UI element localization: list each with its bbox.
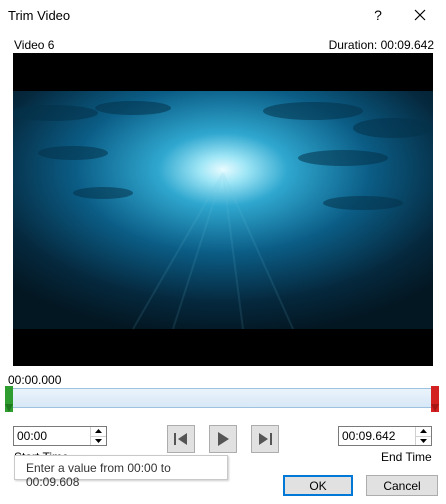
end-time-label: End Time: [381, 450, 432, 464]
start-trim-marker[interactable]: [5, 386, 13, 412]
ok-button[interactable]: OK: [283, 475, 353, 496]
close-button[interactable]: [404, 2, 436, 28]
video-duration: Duration: 00:09.642: [328, 38, 434, 52]
end-time-input[interactable]: 00:09.642: [339, 427, 415, 445]
play-icon: [218, 432, 229, 446]
start-time-stepper[interactable]: 00:00: [13, 426, 107, 446]
video-preview[interactable]: [13, 53, 433, 366]
play-button[interactable]: [209, 425, 237, 453]
start-time-input[interactable]: 00:00: [14, 427, 90, 445]
next-frame-icon: [259, 433, 272, 445]
current-position: 00:00.000: [8, 373, 62, 387]
end-time-up-button[interactable]: [416, 427, 431, 436]
cancel-button[interactable]: Cancel: [366, 475, 438, 496]
arrow-down-icon: [95, 438, 102, 443]
end-time-stepper[interactable]: 00:09.642: [338, 426, 432, 446]
trim-timeline[interactable]: [8, 388, 438, 408]
start-time-down-button[interactable]: [91, 435, 106, 446]
title-bar: Trim Video ?: [0, 0, 446, 30]
previous-frame-button[interactable]: [167, 425, 195, 453]
dialog-title: Trim Video: [8, 8, 71, 23]
range-tooltip: Enter a value from 00:00 to 00:09.608: [14, 455, 228, 489]
previous-frame-icon: [174, 433, 187, 445]
video-name: Video 6: [14, 38, 55, 52]
next-frame-button[interactable]: [251, 425, 279, 453]
end-time-down-button[interactable]: [416, 435, 431, 446]
underwater-video-frame: [13, 53, 433, 366]
arrow-down-icon: [420, 438, 427, 443]
arrow-up-icon: [420, 429, 427, 434]
help-button[interactable]: ?: [364, 2, 392, 28]
arrow-up-icon: [95, 429, 102, 434]
start-time-up-button[interactable]: [91, 427, 106, 436]
end-trim-marker[interactable]: [431, 386, 439, 412]
close-icon: [414, 9, 426, 21]
